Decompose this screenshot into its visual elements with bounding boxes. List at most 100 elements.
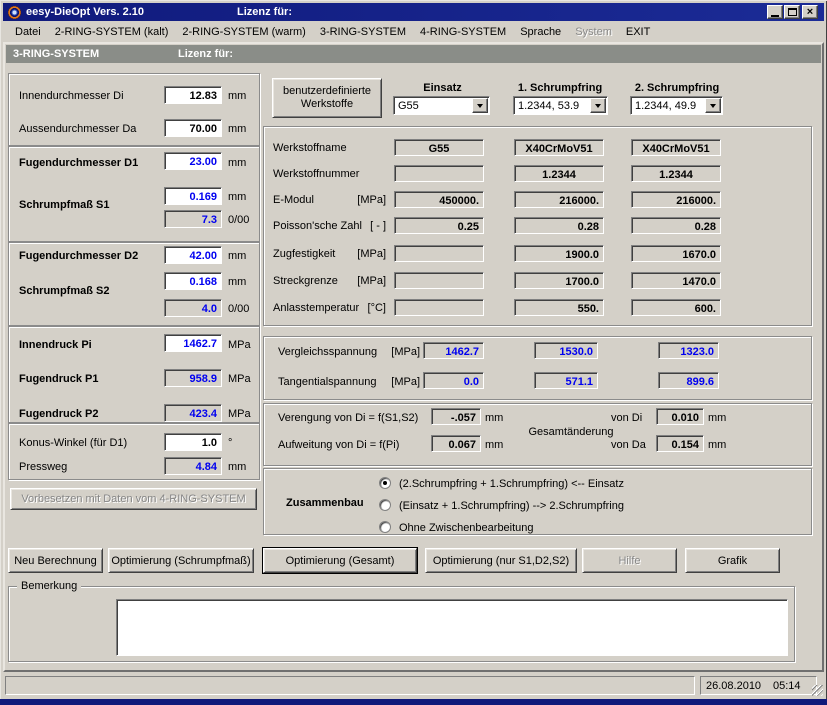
grafik-button[interactable]: Grafik <box>685 548 780 573</box>
menu-item-datei[interactable]: Datei <box>8 23 48 41</box>
unit-p1: MPa <box>228 373 251 386</box>
aufweitung-value: 0.067 <box>431 435 481 452</box>
label-pressweg: Pressweg <box>19 461 67 474</box>
output-s1-permille: 7.3 <box>164 210 222 228</box>
tangentialspannung-ring2: 899.6 <box>658 372 719 389</box>
label-fugendurchmesser-d2: Fugendurchmesser D2 <box>19 250 138 263</box>
menu-item-3ring[interactable]: 3-RING-SYSTEM <box>313 23 413 41</box>
unit-zugfestigkeit: [MPa] <box>338 248 386 261</box>
unit-konus-winkel: ° <box>228 437 232 450</box>
ring2-dropdown-button[interactable] <box>705 98 721 113</box>
group-d2-s2: Fugendurchmesser D2 42.00 mm 0.168 mm Sc… <box>8 242 260 326</box>
assembly-option1-label[interactable]: (2.Schrumpfring + 1.Schrumpfring) <-- Ei… <box>399 478 624 491</box>
menu-item-2ring-kalt[interactable]: 2-RING-SYSTEM (kalt) <box>48 23 176 41</box>
assembly-option2-label[interactable]: (Einsatz + 1.Schrumpfring) --> 2.Schrump… <box>399 500 624 513</box>
input-konus-winkel[interactable]: 1.0 <box>164 433 222 451</box>
neu-berechnung-button[interactable]: Neu Berechnung <box>8 548 103 573</box>
column-header-schrumpfring2: 2. Schrumpfring <box>622 82 732 95</box>
chevron-down-icon <box>710 104 716 108</box>
maximize-icon <box>788 8 797 16</box>
ring1-material-select[interactable]: 1.2344, 53.9 <box>513 96 608 115</box>
minimize-icon <box>771 15 779 17</box>
werkstoffnummer-ring2: 1.2344 <box>631 165 721 182</box>
close-button[interactable]: × <box>802 5 818 19</box>
einsatz-material-value: G55 <box>394 97 471 114</box>
menu-item-4ring[interactable]: 4-RING-SYSTEM <box>413 23 513 41</box>
preset-from-4ring-button: Vorbesetzen mit Daten vom 4-RING-SYSTEM <box>10 488 257 510</box>
label-von-da: von Da <box>611 439 646 452</box>
einsatz-material-select[interactable]: G55 <box>393 96 490 115</box>
custom-materials-button-line2: Werkstoffe <box>301 98 353 111</box>
input-fugendurchmesser-d1[interactable]: 23.00 <box>164 152 222 170</box>
gesamt-da-value: 0.154 <box>656 435 704 452</box>
custom-materials-button-line1: benutzerdefinierte <box>283 85 371 98</box>
menu-item-exit[interactable]: EXIT <box>619 23 657 41</box>
unit-s2-permille: 0/00 <box>228 303 249 316</box>
unit-d1: mm <box>228 157 246 170</box>
assembly-radio-option1[interactable] <box>379 477 391 489</box>
anlasstemperatur-einsatz <box>394 299 484 316</box>
unit-s1-permille: 0/00 <box>228 214 249 227</box>
assembly-radio-option3[interactable] <box>379 521 391 533</box>
bemerkung-textarea[interactable] <box>116 599 788 656</box>
assembly-radio-option2[interactable] <box>379 499 391 511</box>
window-bottom-border <box>0 699 827 705</box>
assembly-option3-label[interactable]: Ohne Zwischenbearbeitung <box>399 522 534 535</box>
input-schrumpfmass-s2[interactable]: 0.168 <box>164 272 222 290</box>
input-fugendurchmesser-d2[interactable]: 42.00 <box>164 246 222 264</box>
minimize-button[interactable] <box>767 5 783 19</box>
menu-item-2ring-warm[interactable]: 2-RING-SYSTEM (warm) <box>175 23 312 41</box>
emodul-ring2: 216000. <box>631 191 721 208</box>
werkstoffname-einsatz: G55 <box>394 139 484 156</box>
unit-s2: mm <box>228 276 246 289</box>
input-innendruck-pi[interactable]: 1462.7 <box>164 334 222 352</box>
unit-emodul: [MPa] <box>338 194 386 207</box>
label-innendurchmesser-di: Innendurchmesser Di <box>19 90 124 103</box>
unit-vergleichsspannung: [MPa] <box>384 346 420 359</box>
optimierung-gesamt-button[interactable]: Optimierung (Gesamt) <box>263 548 417 573</box>
label-werkstoffnummer: Werkstoffnummer <box>273 168 359 181</box>
vergleichsspannung-einsatz: 1462.7 <box>423 342 484 359</box>
output-fugendruck-p2: 423.4 <box>164 404 222 422</box>
werkstoffnummer-ring1: 1.2344 <box>514 165 604 182</box>
maximize-button[interactable] <box>784 5 800 19</box>
ring1-dropdown-button[interactable] <box>590 98 606 113</box>
statusbar-datetime-panel: 26.08.2010 05:14 <box>700 676 817 695</box>
label-streckgrenze: Streckgrenze <box>273 275 338 288</box>
unit-di: mm <box>228 90 246 103</box>
statusbar-date: 26.08.2010 <box>706 680 761 693</box>
label-gesamtaenderung: Gesamtänderung <box>526 426 616 439</box>
anlasstemperatur-ring2: 600. <box>631 299 721 316</box>
label-von-di: von Di <box>611 412 642 425</box>
optimierung-s1d2s2-button[interactable]: Optimierung (nur S1,D2,S2) <box>425 548 577 573</box>
output-fugendruck-p1: 958.9 <box>164 369 222 387</box>
resize-grip[interactable] <box>812 685 823 696</box>
input-aussendurchmesser-da[interactable]: 70.00 <box>164 119 222 137</box>
ring1-material-value: 1.2344, 53.9 <box>514 97 589 114</box>
unit-d2: mm <box>228 250 246 263</box>
input-schrumpfmass-s1[interactable]: 0.169 <box>164 187 222 205</box>
menu-item-sprache[interactable]: Sprache <box>513 23 568 41</box>
optimierung-schrumpfmass-button[interactable]: Optimierung (Schrumpfmaß) <box>108 548 254 573</box>
werkstoffname-ring1: X40CrMoV51 <box>514 139 604 156</box>
titlebar: eesy-DieOpt Vers. 2.10 Lizenz für: × <box>3 3 824 21</box>
chevron-down-icon <box>477 104 483 108</box>
custom-materials-button[interactable]: benutzerdefinierte Werkstoffe <box>272 78 382 118</box>
poisson-einsatz: 0.25 <box>394 217 484 234</box>
group-deformation: Verengung von Di = f(S1,S2) -.057 mm Auf… <box>263 403 812 466</box>
input-innendurchmesser-di[interactable]: 12.83 <box>164 86 222 104</box>
unit-streckgrenze: [MPa] <box>338 275 386 288</box>
tangentialspannung-ring1: 571.1 <box>534 372 598 389</box>
app-icon[interactable] <box>8 6 21 19</box>
bemerkung-label: Bemerkung <box>17 580 81 592</box>
unit-pi: MPa <box>228 339 251 352</box>
gesamt-di-value: 0.010 <box>656 408 704 425</box>
ring2-material-value: 1.2344, 49.9 <box>631 97 704 114</box>
label-aussendurchmesser-da: Aussendurchmesser Da <box>19 123 136 136</box>
titlebar-license-label: Lizenz für: <box>237 6 292 19</box>
group-stresses: Vergleichsspannung [MPa] 1462.7 1530.0 1… <box>263 336 812 400</box>
label-konus-winkel: Konus-Winkel (für D1) <box>19 437 127 450</box>
unit-p2: MPa <box>228 408 251 421</box>
ring2-material-select[interactable]: 1.2344, 49.9 <box>630 96 723 115</box>
einsatz-dropdown-button[interactable] <box>472 98 488 113</box>
